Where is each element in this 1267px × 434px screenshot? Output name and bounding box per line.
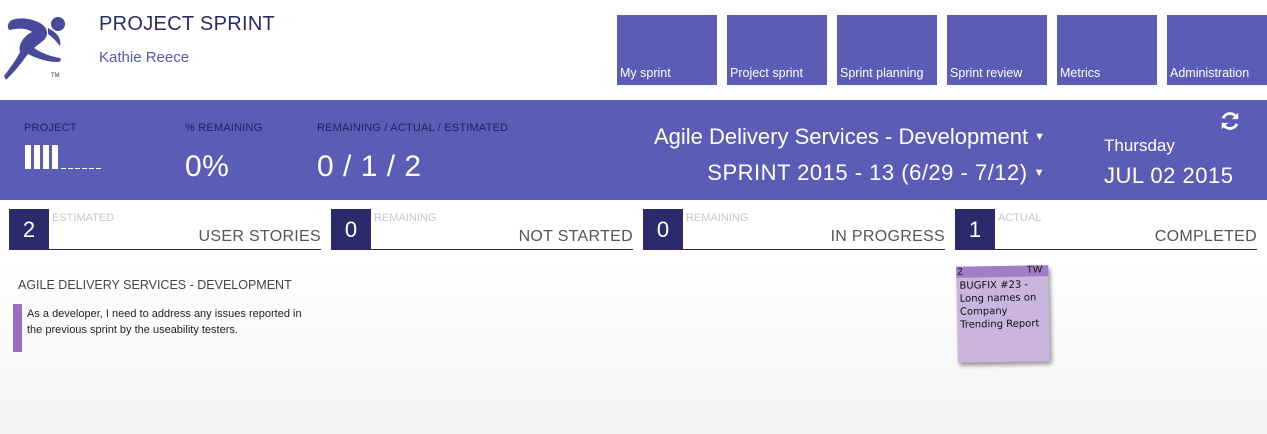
sprint-selector[interactable]: SPRINT 2015 - 13 (6/29 - 7/12) ▼ — [707, 160, 1045, 186]
story-color-bar — [13, 304, 22, 352]
project-label: PROJECT — [24, 122, 77, 134]
project-progress-indicator — [25, 145, 103, 169]
app-header: TM PROJECT SPRINT Kathie Reece My sprint… — [0, 0, 1267, 100]
nav-my-sprint[interactable]: My sprint — [617, 15, 717, 85]
nav-sprint-planning[interactable]: Sprint planning — [837, 15, 937, 85]
current-weekday: Thursday — [1104, 136, 1175, 155]
sprint-board: AGILE DELIVERY SERVICES - DEVELOPMENT As… — [0, 258, 1267, 434]
progress-empty-segment — [61, 168, 66, 169]
task-owner-initials: TW — [1026, 264, 1043, 276]
team-title: AGILE DELIVERY SERVICES - DEVELOPMENT — [18, 278, 292, 292]
progress-empty-segment — [68, 168, 73, 169]
stat-caption: ESTIMATED — [52, 212, 115, 224]
nav-metrics[interactable]: Metrics — [1057, 15, 1157, 85]
chevron-down-icon: ▼ — [1033, 167, 1045, 179]
counts-value: 0 / 1 / 2 — [317, 150, 422, 183]
progress-empty-segment — [96, 168, 101, 169]
svg-text:TM: TM — [51, 73, 60, 79]
progress-bar-segment — [52, 145, 58, 169]
project-selector[interactable]: Agile Delivery Services - Development ▼ — [654, 124, 1045, 150]
stat-number: 0 — [331, 209, 371, 250]
nav-sprint-review[interactable]: Sprint review — [947, 15, 1047, 85]
progress-empty-segment — [82, 168, 87, 169]
project-selector-value: Agile Delivery Services - Development — [653, 124, 1029, 149]
stat-label: COMPLETED — [1154, 228, 1257, 245]
nav-label: Project sprint — [730, 66, 803, 80]
task-sticky-note[interactable]: 2 TW BUGFIX #23 - Long names on Company … — [956, 264, 1050, 363]
nav-administration[interactable]: Administration — [1167, 15, 1267, 85]
nav-label: My sprint — [620, 66, 671, 80]
progress-empty-segment — [89, 168, 94, 169]
stat-label: USER STORIES — [198, 228, 321, 245]
stat-user-stories[interactable]: 2 ESTIMATED USER STORIES — [9, 209, 321, 250]
progress-bar-segment — [43, 145, 49, 169]
chevron-down-icon: ▼ — [1034, 131, 1045, 143]
stat-in-progress[interactable]: 0 REMAINING IN PROGRESS — [643, 209, 945, 250]
nav-label: Administration — [1170, 66, 1250, 80]
progress-empty-segment — [75, 168, 80, 169]
story-text: As a developer, I need to address any is… — [27, 308, 302, 336]
stat-label: IN PROGRESS — [830, 228, 945, 245]
current-date: JUL 02 2015 — [1104, 163, 1234, 188]
percent-remaining-label: % REMAINING — [185, 122, 263, 134]
stat-caption: REMAINING — [374, 212, 437, 224]
stat-number: 2 — [9, 209, 49, 250]
nav-label: Metrics — [1060, 66, 1101, 80]
counts-label: REMAINING / ACTUAL / ESTIMATED — [317, 122, 509, 134]
nav-label: Sprint planning — [840, 66, 924, 80]
nav-project-sprint[interactable]: Project sprint — [727, 15, 827, 85]
sprint-summary-band: PROJECT % REMAINING 0% REMAINING / ACTUA… — [0, 100, 1267, 200]
task-header: 2 TW — [956, 264, 1049, 278]
user-name[interactable]: Kathie Reece — [99, 49, 189, 66]
nav-label: Sprint review — [950, 66, 1023, 80]
task-text: BUGFIX #23 - Long names on Company Trend… — [959, 279, 1040, 331]
main-nav: My sprint Project sprint Sprint planning… — [617, 15, 1267, 85]
stat-number: 1 — [955, 209, 995, 250]
stat-completed[interactable]: 1 ACTUAL COMPLETED — [955, 209, 1257, 250]
percent-remaining-value: 0% — [185, 150, 230, 183]
runner-logo-icon: TM — [4, 17, 65, 80]
stat-label: NOT STARTED — [518, 228, 633, 245]
stat-number: 0 — [643, 209, 683, 250]
task-points: 2 — [957, 266, 963, 278]
refresh-icon[interactable] — [1219, 110, 1241, 132]
stat-caption: REMAINING — [686, 212, 749, 224]
app-title: PROJECT SPRINT — [99, 13, 276, 35]
progress-bar-segment — [34, 145, 40, 169]
stat-caption: ACTUAL — [998, 212, 1042, 224]
sprint-selector-value: SPRINT 2015 - 13 (6/29 - 7/12) — [707, 160, 1028, 185]
stat-not-started[interactable]: 0 REMAINING NOT STARTED — [331, 209, 633, 250]
progress-bar-segment — [25, 145, 31, 169]
